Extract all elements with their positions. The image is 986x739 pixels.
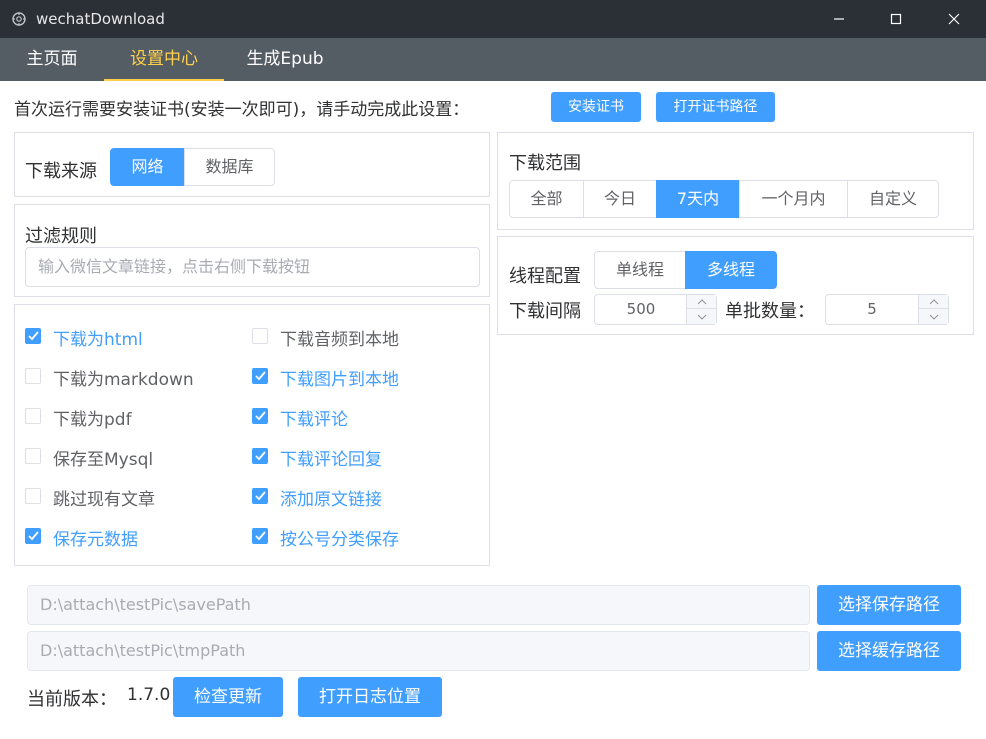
range-option-all[interactable]: 全部 xyxy=(509,180,584,218)
version-value: 1.7.0 xyxy=(127,685,171,705)
maximize-icon xyxy=(890,10,902,29)
option-add-source-link[interactable]: 添加原文链接 xyxy=(252,485,452,510)
tab-settings-center[interactable]: 设置中心 xyxy=(104,38,224,81)
checkbox-unchecked-icon xyxy=(25,448,41,464)
checkbox-checked-icon xyxy=(25,328,41,344)
option-skip-existing[interactable]: 跳过现有文章 xyxy=(25,485,225,510)
option-label: 下载为markdown xyxy=(53,370,194,390)
tab-main-page[interactable]: 主页面 xyxy=(7,38,97,81)
choose-save-path-button[interactable]: 选择保存路径 xyxy=(817,585,961,625)
close-button[interactable] xyxy=(926,0,982,38)
checkbox-checked-icon xyxy=(252,408,268,424)
chevron-down-icon[interactable] xyxy=(687,309,716,324)
checkbox-checked-icon xyxy=(252,528,268,544)
open-log-location-button[interactable]: 打开日志位置 xyxy=(298,677,442,717)
source-option-database[interactable]: 数据库 xyxy=(184,148,275,186)
checkbox-unchecked-icon xyxy=(252,328,268,344)
option-download-images[interactable]: 下载图片到本地 xyxy=(252,365,452,390)
title-bar: wechatDownload xyxy=(0,0,986,38)
install-cert-button[interactable]: 安装证书 xyxy=(551,92,641,122)
download-interval-value[interactable]: 500 xyxy=(595,295,687,324)
source-option-network[interactable]: 网络 xyxy=(110,148,185,186)
checkbox-unchecked-icon xyxy=(25,368,41,384)
download-interval-label: 下载间隔 xyxy=(509,301,581,322)
option-label: 下载图片到本地 xyxy=(280,370,399,390)
cert-instruction-text: 首次运行需要安装证书(安装一次即可)，请手动完成此设置： xyxy=(14,100,470,120)
close-icon xyxy=(948,10,960,29)
option-download-comment-replies[interactable]: 下载评论回复 xyxy=(252,445,452,470)
batch-size-stepper[interactable]: 5 xyxy=(825,294,949,325)
filter-rule-input[interactable]: 输入微信文章链接，点击右侧下载按钮 xyxy=(25,247,480,287)
range-option-custom[interactable]: 自定义 xyxy=(847,180,939,218)
chevron-up-icon[interactable] xyxy=(919,295,948,309)
option-label: 下载音频到本地 xyxy=(280,330,399,350)
save-path-input[interactable]: D:\attach\testPic\savePath xyxy=(27,585,810,625)
checkbox-unchecked-icon xyxy=(25,408,41,424)
option-label: 跳过现有文章 xyxy=(53,490,155,510)
stepper-arrows xyxy=(918,295,948,324)
checkbox-checked-icon xyxy=(25,528,41,544)
option-download-html[interactable]: 下载为html xyxy=(25,325,225,350)
main-tab-bar: 主页面 设置中心 生成Epub xyxy=(0,38,986,81)
option-save-by-account[interactable]: 按公号分类保存 xyxy=(252,525,452,550)
option-download-comments[interactable]: 下载评论 xyxy=(252,405,452,430)
tmp-path-input[interactable]: D:\attach\testPic\tmpPath xyxy=(27,631,810,671)
download-source-panel: 下载来源 网络 数据库 xyxy=(14,132,490,197)
range-option-7days[interactable]: 7天内 xyxy=(656,180,740,218)
tab-generate-epub[interactable]: 生成Epub xyxy=(230,38,340,81)
option-download-markdown[interactable]: 下载为markdown xyxy=(25,365,225,390)
option-label: 下载评论回复 xyxy=(280,450,382,470)
checkbox-checked-icon xyxy=(252,488,268,504)
option-save-mysql[interactable]: 保存至Mysql xyxy=(25,445,225,470)
option-download-audio[interactable]: 下载音频到本地 xyxy=(252,325,452,350)
checkbox-checked-icon xyxy=(252,368,268,384)
batch-size-label: 单批数量： xyxy=(725,301,815,322)
option-label: 按公号分类保存 xyxy=(280,530,399,550)
download-interval-stepper[interactable]: 500 xyxy=(594,294,717,325)
option-save-metadata[interactable]: 保存元数据 xyxy=(25,525,225,550)
option-label: 下载为html xyxy=(53,330,143,350)
maximize-button[interactable] xyxy=(868,0,924,38)
download-options-panel: 下载为html 下载为markdown 下载为pdf 保存至Mysql 跳过现有… xyxy=(14,304,490,566)
checkbox-unchecked-icon xyxy=(25,488,41,504)
thread-option-multi[interactable]: 多线程 xyxy=(685,251,777,289)
filter-rule-panel: 过滤规则 输入微信文章链接，点击右侧下载按钮 xyxy=(14,204,490,297)
thread-config-label: 线程配置 xyxy=(509,266,581,287)
checkbox-checked-icon xyxy=(252,448,268,464)
open-cert-path-button[interactable]: 打开证书路径 xyxy=(656,92,775,122)
option-label: 下载为pdf xyxy=(53,410,132,430)
range-option-today[interactable]: 今日 xyxy=(583,180,657,218)
minimize-icon xyxy=(833,10,845,29)
minimize-button[interactable] xyxy=(811,0,867,38)
option-label: 添加原文链接 xyxy=(280,490,382,510)
window-title: wechatDownload xyxy=(36,10,165,28)
download-range-panel: 下载范围 全部 今日 7天内 一个月内 自定义 xyxy=(497,132,974,230)
stepper-arrows xyxy=(686,295,716,324)
option-label: 保存元数据 xyxy=(53,530,138,550)
thread-config-panel: 线程配置 单线程 多线程 下载间隔 500 单批数量： 5 xyxy=(497,236,974,335)
app-logo-icon xyxy=(11,11,27,27)
option-label: 下载评论 xyxy=(280,410,348,430)
chevron-up-icon[interactable] xyxy=(687,295,716,309)
option-download-pdf[interactable]: 下载为pdf xyxy=(25,405,225,430)
chevron-down-icon[interactable] xyxy=(919,309,948,324)
batch-size-value[interactable]: 5 xyxy=(826,295,918,324)
version-label: 当前版本： xyxy=(27,689,117,710)
option-label: 保存至Mysql xyxy=(53,450,154,470)
range-option-month[interactable]: 一个月内 xyxy=(739,180,848,218)
download-range-label: 下载范围 xyxy=(509,153,581,174)
thread-option-single[interactable]: 单线程 xyxy=(594,251,686,289)
download-source-label: 下载来源 xyxy=(25,161,97,182)
check-update-button[interactable]: 检查更新 xyxy=(173,677,283,717)
filter-rule-label: 过滤规则 xyxy=(25,226,97,247)
choose-tmp-path-button[interactable]: 选择缓存路径 xyxy=(817,631,961,671)
